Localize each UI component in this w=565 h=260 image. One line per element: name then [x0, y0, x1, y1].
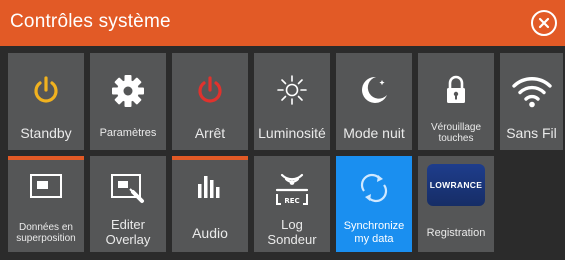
key-lock-tile[interactable]: Vérouillage touches [418, 53, 494, 150]
lock-icon [418, 73, 494, 113]
shutdown-tile[interactable]: Arrêt [172, 53, 248, 150]
moon-icon [336, 73, 412, 113]
svg-text:REC: REC [284, 197, 299, 205]
lowrance-logo: LOWRANCE [418, 164, 494, 208]
settings-tile[interactable]: Paramètres [90, 53, 166, 150]
shutdown-label: Arrêt [194, 124, 226, 141]
close-button[interactable] [531, 10, 557, 36]
data-overlay-label: Données en superposition [16, 221, 76, 245]
active-indicator-bar [172, 156, 248, 160]
settings-label: Paramètres [99, 126, 157, 139]
sonar-record-icon: REC [254, 170, 330, 210]
wireless-tile[interactable]: Sans Fil [500, 53, 563, 150]
close-icon [538, 17, 550, 29]
edit-overlay-icon [90, 170, 166, 210]
audio-tile[interactable]: Audio [172, 156, 248, 252]
edit-overlay-label: Editer Overlay [105, 217, 151, 247]
overlay-icon [8, 170, 84, 210]
wifi-icon [500, 73, 563, 113]
standby-tile[interactable]: Standby [8, 53, 84, 150]
standby-label: Standby [20, 124, 72, 141]
night-mode-label: Mode nuit [343, 124, 405, 141]
sonar-log-label: Log Sondeur [267, 217, 317, 247]
wireless-label: Sans Fil [506, 124, 557, 141]
sync-icon [336, 170, 412, 210]
audio-label: Audio [192, 224, 228, 241]
title-bar: Contrôles système [0, 0, 565, 46]
audio-bars-icon [172, 170, 248, 210]
night-mode-tile[interactable]: Mode nuit [336, 53, 412, 150]
brightness-label: Luminosité [258, 124, 326, 141]
system-controls-window: Contrôles système Standby Paramètres Arr… [0, 0, 565, 260]
sync-data-label: Synchronize my data [343, 220, 405, 245]
power-icon [8, 73, 84, 113]
window-title: Contrôles système [10, 11, 171, 32]
key-lock-label: Vérouillage touches [430, 121, 482, 145]
brightness-icon [254, 73, 330, 113]
sync-data-tile[interactable]: Synchronize my data [336, 156, 412, 252]
active-indicator-bar [8, 156, 84, 160]
registration-tile[interactable]: LOWRANCE Registration [418, 156, 494, 252]
gear-icon [90, 73, 166, 113]
controls-grid: Standby Paramètres Arrêt Luminosité Mode… [8, 53, 563, 260]
edit-overlay-tile[interactable]: Editer Overlay [90, 156, 166, 252]
sonar-log-tile[interactable]: REC Log Sondeur [254, 156, 330, 252]
power-icon [172, 73, 248, 113]
brightness-tile[interactable]: Luminosité [254, 53, 330, 150]
data-overlay-tile[interactable]: Données en superposition [8, 156, 84, 252]
registration-label: Registration [426, 226, 486, 239]
